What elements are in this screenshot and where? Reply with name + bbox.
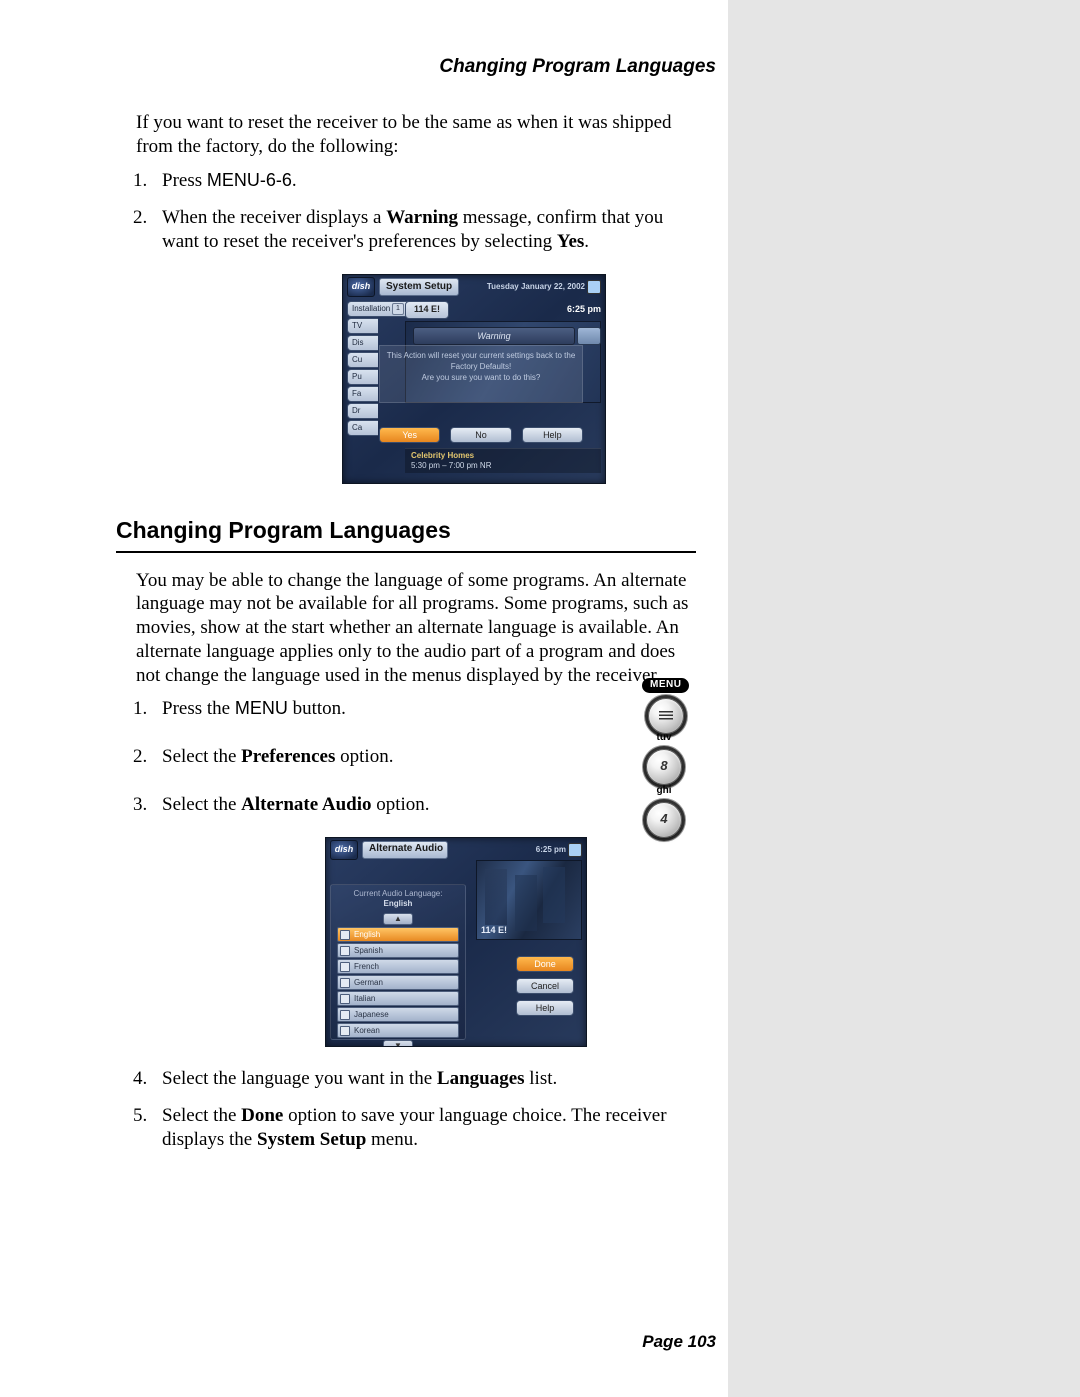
reset-intro: If you want to reset the receiver to be … — [136, 111, 692, 159]
program-info: Celebrity Homes 5:30 pm – 7:00 pm NR — [405, 448, 601, 473]
cancel-button[interactable]: Cancel — [516, 978, 574, 994]
lang-step-2: Select the Preferences option. — [152, 745, 692, 769]
tab-dr[interactable]: Dr — [347, 403, 378, 419]
lang-steps-cont: Select the language you want in the Lang… — [152, 1067, 692, 1152]
language-panel: Current Audio Language: English ▲ Englis… — [330, 884, 466, 1040]
reset-step-2: When the receiver displays a Warning mes… — [152, 206, 692, 254]
dialog-clock: 6:25 pm — [536, 843, 582, 857]
channel-overlay: 114 E! — [481, 925, 507, 936]
section-heading: Changing Program Languages — [116, 516, 696, 553]
menu-pill-label: MENU — [642, 678, 689, 693]
page-main-column: If you want to reset the receiver to be … — [0, 0, 700, 1166]
help-button[interactable]: Help — [522, 427, 583, 443]
help-button[interactable]: Help — [516, 1000, 574, 1016]
scroll-down-icon[interactable]: ▼ — [383, 1040, 413, 1047]
current-language-label: Current Audio Language: — [337, 889, 459, 899]
lang-item-korean[interactable]: Korean — [337, 1023, 459, 1038]
key-label-ghi: ghi — [646, 785, 682, 798]
page-number: Page 103 — [642, 1331, 716, 1352]
lang-item-german[interactable]: German — [337, 975, 459, 990]
lang-item-english[interactable]: English — [337, 927, 459, 942]
warning-buttons: Yes No Help — [379, 427, 583, 443]
tab-installation[interactable]: Installation 1 — [347, 301, 408, 317]
remote-menu-key: MENU — [642, 670, 689, 734]
clock-time: 6:25 pm — [567, 304, 601, 315]
dish-logo-icon: dish — [330, 840, 358, 860]
lang-item-japanese[interactable]: Japanese — [337, 1007, 459, 1022]
lang-item-italian[interactable]: Italian — [337, 991, 459, 1006]
page-side-column — [728, 0, 1080, 1397]
warning-header: Warning — [413, 327, 575, 345]
done-button[interactable]: Done — [516, 956, 574, 972]
key-label-tuv: tuv — [646, 732, 682, 745]
no-button[interactable]: No — [450, 427, 511, 443]
tab-pu[interactable]: Pu — [347, 369, 378, 385]
lang-item-spanish[interactable]: Spanish — [337, 943, 459, 958]
tab-tv[interactable]: TV — [347, 318, 378, 334]
reset-step-1: Press MENU-6-6. — [152, 169, 692, 193]
remote-8-key: tuv 8 — [646, 732, 682, 785]
dish-logo-icon: dish — [347, 277, 375, 297]
calendar-icon — [587, 280, 601, 294]
remote-4-key: ghi 4 — [646, 785, 682, 838]
tab-cu[interactable]: Cu — [347, 352, 378, 368]
lang-intro: You may be able to change the language o… — [136, 569, 692, 688]
yes-button[interactable]: Yes — [379, 427, 440, 443]
video-preview: 114 E! — [476, 860, 582, 940]
digit-8-button-icon: 8 — [646, 749, 682, 785]
tab-fa[interactable]: Fa — [347, 386, 378, 402]
current-language-value: English — [337, 899, 459, 909]
screenshot-alternate-audio: dish Alternate Audio 6:25 pm Current Aud… — [325, 837, 587, 1047]
reset-steps: Press MENU-6-6. When the receiver displa… — [152, 169, 692, 254]
screenshot-system-setup-warning: dish System Setup Tuesday January 22, 20… — [342, 274, 606, 484]
warning-message: This Action will reset your current sett… — [379, 345, 583, 403]
tab-dis[interactable]: Dis — [347, 335, 378, 351]
channel-pill: 114 E! — [405, 301, 449, 319]
scroll-up-icon[interactable]: ▲ — [383, 913, 413, 925]
lang-steps: Press the MENU button. Select the Prefer… — [152, 697, 692, 816]
dialog-title: System Setup — [379, 278, 459, 296]
video-silhouettes — [485, 869, 507, 925]
digit-4-button-icon: 4 — [646, 802, 682, 838]
calendar-icon — [568, 843, 582, 857]
lang-step-5: Select the Done option to save your lang… — [152, 1104, 692, 1152]
lang-step-4: Select the language you want in the Lang… — [152, 1067, 692, 1091]
lang-item-french[interactable]: French — [337, 959, 459, 974]
warning-close-icon[interactable] — [577, 327, 601, 345]
tab-ca[interactable]: Ca — [347, 420, 378, 436]
dialog-title: Alternate Audio — [362, 841, 448, 859]
lang-step-3: Select the Alternate Audio option. — [152, 793, 692, 817]
dialog-date: Tuesday January 22, 2002 — [487, 280, 601, 294]
menu-button-icon — [648, 698, 684, 734]
lang-step-1: Press the MENU button. — [152, 697, 692, 721]
